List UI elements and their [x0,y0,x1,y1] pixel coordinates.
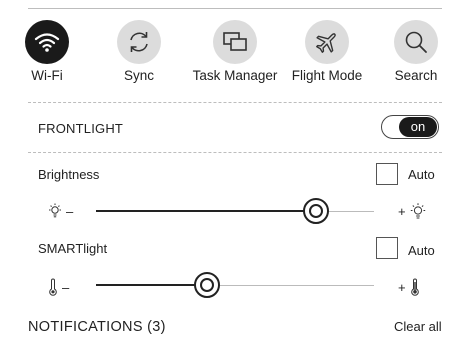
brightness-slider-fill [96,210,316,212]
search-circle [394,20,438,64]
frontlight-toggle-state: on [399,117,437,137]
brightness-increase[interactable]: + [398,203,426,220]
bulb-small-icon [49,203,61,218]
divider [28,102,442,103]
smartlight-minus: – [62,279,70,295]
brightness-plus: + [398,204,406,219]
sync-label: Sync [123,68,154,83]
wifi-label: Wi-Fi [31,68,63,83]
smartlight-auto-label: Auto [408,243,435,258]
smartlight-slider-thumb[interactable] [194,272,221,298]
top-divider [28,8,442,9]
task-manager-button[interactable]: Task Manager [185,20,285,83]
bulb-large-icon [410,203,425,219]
sync-circle [117,20,161,64]
brightness-auto-label: Auto [408,167,435,182]
task-manager-icon [223,32,247,51]
flight-mode-circle [305,20,349,64]
clear-all-button[interactable]: Clear all [394,319,442,334]
sync-button[interactable]: Sync [89,20,189,83]
smartlight-slider-fill [96,284,208,286]
frontlight-label: FRONTLIGHT [38,121,124,136]
smartlight-plus: + [398,279,406,295]
brightness-slider-thumb[interactable] [302,198,329,224]
smartlight-label: SMARTlight [38,241,108,256]
task-manager-circle [213,20,257,64]
search-icon [405,31,427,53]
frontlight-toggle[interactable]: on [381,115,439,139]
sync-icon [130,32,148,52]
smartlight-slider-rest [207,285,374,286]
brightness-minus: – [66,203,74,219]
airplane-icon [316,33,336,53]
smartlight-decrease[interactable]: – [48,278,69,296]
smartlight-increase[interactable]: + [398,278,420,296]
wifi-button[interactable]: Wi-Fi [0,20,97,83]
brightness-decrease[interactable]: – [48,203,73,219]
wifi-circle [25,20,69,64]
flight-mode-button[interactable]: Flight Mode [277,20,377,83]
brightness-label: Brightness [38,167,100,182]
divider [28,152,442,153]
brightness-auto-checkbox[interactable] [376,163,398,185]
thermometer-cold-icon [49,278,57,296]
search-button[interactable]: Search [366,20,454,83]
task-manager-label: Task Manager [192,68,278,83]
notifications-title: NOTIFICATIONS (3) [28,319,166,335]
flight-mode-label: Flight Mode [291,68,363,83]
search-label: Search [394,68,438,83]
smartlight-auto-checkbox[interactable] [376,237,398,259]
wifi-icon [34,33,60,52]
thermometer-warm-icon [410,278,419,296]
